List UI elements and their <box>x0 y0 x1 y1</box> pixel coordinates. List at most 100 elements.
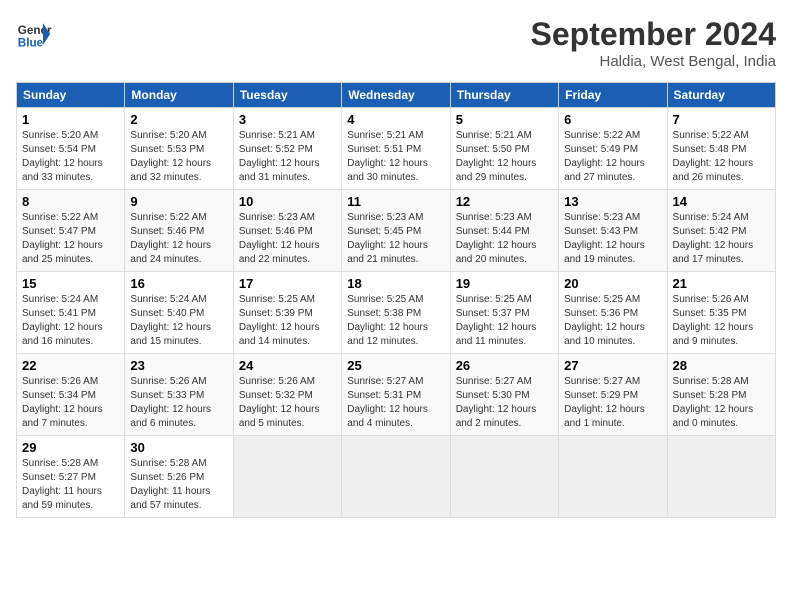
col-monday: Monday <box>125 83 233 108</box>
calendar-week-row: 15 Sunrise: 5:24 AMSunset: 5:41 PMDaylig… <box>17 272 776 354</box>
day-detail: Sunrise: 5:26 AMSunset: 5:34 PMDaylight:… <box>22 376 103 429</box>
calendar-header-row: Sunday Monday Tuesday Wednesday Thursday… <box>17 83 776 108</box>
calendar-table: Sunday Monday Tuesday Wednesday Thursday… <box>16 82 776 518</box>
day-number: 2 <box>130 112 227 127</box>
logo: General Blue <box>16 16 52 52</box>
calendar-week-row: 8 Sunrise: 5:22 AMSunset: 5:47 PMDayligh… <box>17 190 776 272</box>
day-number: 14 <box>673 194 770 209</box>
day-number: 5 <box>456 112 553 127</box>
day-cell: 17 Sunrise: 5:25 AMSunset: 5:39 PMDaylig… <box>233 272 341 354</box>
empty-day-cell <box>342 436 450 518</box>
location: Haldia, West Bengal, India <box>531 53 776 70</box>
day-cell: 10 Sunrise: 5:23 AMSunset: 5:46 PMDaylig… <box>233 190 341 272</box>
day-cell: 16 Sunrise: 5:24 AMSunset: 5:40 PMDaylig… <box>125 272 233 354</box>
day-cell: 3 Sunrise: 5:21 AMSunset: 5:52 PMDayligh… <box>233 108 341 190</box>
day-cell: 22 Sunrise: 5:26 AMSunset: 5:34 PMDaylig… <box>17 354 125 436</box>
day-number: 29 <box>22 440 119 455</box>
day-number: 23 <box>130 358 227 373</box>
day-number: 7 <box>673 112 770 127</box>
day-detail: Sunrise: 5:27 AMSunset: 5:31 PMDaylight:… <box>347 376 428 429</box>
day-cell: 5 Sunrise: 5:21 AMSunset: 5:50 PMDayligh… <box>450 108 558 190</box>
day-detail: Sunrise: 5:20 AMSunset: 5:53 PMDaylight:… <box>130 130 211 183</box>
day-number: 15 <box>22 276 119 291</box>
day-cell: 21 Sunrise: 5:26 AMSunset: 5:35 PMDaylig… <box>667 272 775 354</box>
day-cell: 29 Sunrise: 5:28 AMSunset: 5:27 PMDaylig… <box>17 436 125 518</box>
day-detail: Sunrise: 5:22 AMSunset: 5:49 PMDaylight:… <box>564 130 645 183</box>
day-detail: Sunrise: 5:27 AMSunset: 5:30 PMDaylight:… <box>456 376 537 429</box>
day-cell: 12 Sunrise: 5:23 AMSunset: 5:44 PMDaylig… <box>450 190 558 272</box>
day-detail: Sunrise: 5:22 AMSunset: 5:48 PMDaylight:… <box>673 130 754 183</box>
day-cell: 2 Sunrise: 5:20 AMSunset: 5:53 PMDayligh… <box>125 108 233 190</box>
day-number: 8 <box>22 194 119 209</box>
day-detail: Sunrise: 5:23 AMSunset: 5:46 PMDaylight:… <box>239 212 320 265</box>
day-number: 28 <box>673 358 770 373</box>
empty-day-cell <box>667 436 775 518</box>
day-cell: 24 Sunrise: 5:26 AMSunset: 5:32 PMDaylig… <box>233 354 341 436</box>
day-detail: Sunrise: 5:25 AMSunset: 5:36 PMDaylight:… <box>564 294 645 347</box>
day-detail: Sunrise: 5:26 AMSunset: 5:35 PMDaylight:… <box>673 294 754 347</box>
day-detail: Sunrise: 5:24 AMSunset: 5:40 PMDaylight:… <box>130 294 211 347</box>
day-number: 26 <box>456 358 553 373</box>
day-number: 3 <box>239 112 336 127</box>
day-detail: Sunrise: 5:24 AMSunset: 5:42 PMDaylight:… <box>673 212 754 265</box>
title-block: September 2024 Haldia, West Bengal, Indi… <box>531 16 776 70</box>
day-cell: 18 Sunrise: 5:25 AMSunset: 5:38 PMDaylig… <box>342 272 450 354</box>
day-number: 6 <box>564 112 661 127</box>
day-detail: Sunrise: 5:22 AMSunset: 5:46 PMDaylight:… <box>130 212 211 265</box>
day-detail: Sunrise: 5:28 AMSunset: 5:26 PMDaylight:… <box>130 458 210 511</box>
day-detail: Sunrise: 5:23 AMSunset: 5:43 PMDaylight:… <box>564 212 645 265</box>
col-wednesday: Wednesday <box>342 83 450 108</box>
day-detail: Sunrise: 5:22 AMSunset: 5:47 PMDaylight:… <box>22 212 103 265</box>
day-number: 22 <box>22 358 119 373</box>
day-cell: 30 Sunrise: 5:28 AMSunset: 5:26 PMDaylig… <box>125 436 233 518</box>
day-number: 19 <box>456 276 553 291</box>
day-number: 11 <box>347 194 444 209</box>
day-cell: 1 Sunrise: 5:20 AMSunset: 5:54 PMDayligh… <box>17 108 125 190</box>
day-cell: 20 Sunrise: 5:25 AMSunset: 5:36 PMDaylig… <box>559 272 667 354</box>
day-cell: 26 Sunrise: 5:27 AMSunset: 5:30 PMDaylig… <box>450 354 558 436</box>
day-cell: 4 Sunrise: 5:21 AMSunset: 5:51 PMDayligh… <box>342 108 450 190</box>
day-number: 10 <box>239 194 336 209</box>
day-detail: Sunrise: 5:25 AMSunset: 5:38 PMDaylight:… <box>347 294 428 347</box>
empty-day-cell <box>233 436 341 518</box>
day-number: 4 <box>347 112 444 127</box>
day-detail: Sunrise: 5:28 AMSunset: 5:27 PMDaylight:… <box>22 458 102 511</box>
day-number: 1 <box>22 112 119 127</box>
calendar-week-row: 1 Sunrise: 5:20 AMSunset: 5:54 PMDayligh… <box>17 108 776 190</box>
day-number: 25 <box>347 358 444 373</box>
day-number: 27 <box>564 358 661 373</box>
day-detail: Sunrise: 5:25 AMSunset: 5:37 PMDaylight:… <box>456 294 537 347</box>
day-cell: 27 Sunrise: 5:27 AMSunset: 5:29 PMDaylig… <box>559 354 667 436</box>
day-detail: Sunrise: 5:21 AMSunset: 5:52 PMDaylight:… <box>239 130 320 183</box>
day-detail: Sunrise: 5:21 AMSunset: 5:51 PMDaylight:… <box>347 130 428 183</box>
day-cell: 6 Sunrise: 5:22 AMSunset: 5:49 PMDayligh… <box>559 108 667 190</box>
day-cell: 7 Sunrise: 5:22 AMSunset: 5:48 PMDayligh… <box>667 108 775 190</box>
col-friday: Friday <box>559 83 667 108</box>
day-number: 12 <box>456 194 553 209</box>
day-cell: 11 Sunrise: 5:23 AMSunset: 5:45 PMDaylig… <box>342 190 450 272</box>
day-detail: Sunrise: 5:21 AMSunset: 5:50 PMDaylight:… <box>456 130 537 183</box>
day-number: 13 <box>564 194 661 209</box>
page-header: General Blue September 2024 Haldia, West… <box>16 16 776 70</box>
day-detail: Sunrise: 5:28 AMSunset: 5:28 PMDaylight:… <box>673 376 754 429</box>
logo-icon: General Blue <box>16 16 52 52</box>
day-detail: Sunrise: 5:27 AMSunset: 5:29 PMDaylight:… <box>564 376 645 429</box>
day-number: 24 <box>239 358 336 373</box>
day-number: 9 <box>130 194 227 209</box>
col-saturday: Saturday <box>667 83 775 108</box>
day-number: 20 <box>564 276 661 291</box>
day-detail: Sunrise: 5:26 AMSunset: 5:33 PMDaylight:… <box>130 376 211 429</box>
day-number: 17 <box>239 276 336 291</box>
day-cell: 23 Sunrise: 5:26 AMSunset: 5:33 PMDaylig… <box>125 354 233 436</box>
svg-text:Blue: Blue <box>18 37 44 50</box>
calendar-week-row: 29 Sunrise: 5:28 AMSunset: 5:27 PMDaylig… <box>17 436 776 518</box>
day-detail: Sunrise: 5:23 AMSunset: 5:45 PMDaylight:… <box>347 212 428 265</box>
day-detail: Sunrise: 5:25 AMSunset: 5:39 PMDaylight:… <box>239 294 320 347</box>
col-tuesday: Tuesday <box>233 83 341 108</box>
day-detail: Sunrise: 5:26 AMSunset: 5:32 PMDaylight:… <box>239 376 320 429</box>
day-cell: 19 Sunrise: 5:25 AMSunset: 5:37 PMDaylig… <box>450 272 558 354</box>
day-cell: 13 Sunrise: 5:23 AMSunset: 5:43 PMDaylig… <box>559 190 667 272</box>
day-cell: 25 Sunrise: 5:27 AMSunset: 5:31 PMDaylig… <box>342 354 450 436</box>
day-cell: 15 Sunrise: 5:24 AMSunset: 5:41 PMDaylig… <box>17 272 125 354</box>
day-number: 18 <box>347 276 444 291</box>
